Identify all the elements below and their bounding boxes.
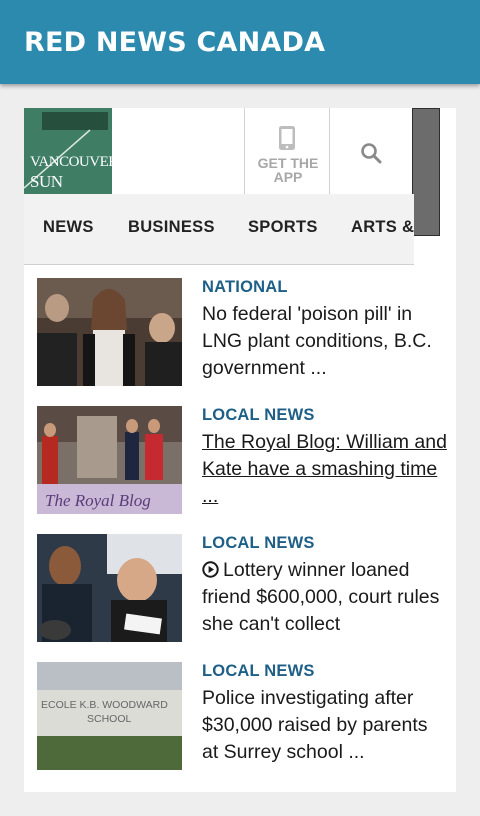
article-item[interactable]: LOCAL NEWS Lottery winner loaned friend … bbox=[37, 534, 447, 644]
get-app-line-1: GET THE bbox=[257, 155, 319, 171]
headline-text[interactable]: The Royal Blog: William and Kate have a … bbox=[202, 431, 447, 507]
headline-text[interactable]: Lottery winner loaned friend $600,000, c… bbox=[202, 559, 439, 635]
nav-item-news[interactable]: NEWS bbox=[43, 218, 94, 237]
headline-text[interactable]: Police investigating after $30,000 raise… bbox=[202, 687, 428, 763]
thumb-sign-text-2: SCHOOL bbox=[87, 713, 132, 725]
video-play-icon bbox=[202, 561, 219, 578]
logo-line-1: VANCOUVER bbox=[30, 154, 112, 170]
article-headline[interactable]: Police investigating after $30,000 raise… bbox=[202, 685, 447, 766]
nav-item-business[interactable]: BUSINESS bbox=[128, 218, 215, 237]
app-bar: RED NEWS CANADA bbox=[0, 0, 480, 84]
menu-panel-edge[interactable] bbox=[412, 108, 440, 236]
get-the-app-button[interactable]: GET THE APP bbox=[244, 108, 330, 194]
webview-content[interactable]: VANCOUVER SUN GET THE APP NEWS BUSINESS … bbox=[24, 108, 456, 792]
thumb-caption-text: The Royal Blog bbox=[45, 491, 151, 510]
thumb-sign-text: ECOLE K.B. WOODWARD bbox=[41, 699, 168, 711]
article-category[interactable]: LOCAL NEWS bbox=[202, 534, 315, 553]
article-category[interactable]: NATIONAL bbox=[202, 278, 288, 297]
logo-text: VANCOUVER SUN bbox=[30, 152, 112, 192]
article-category[interactable]: LOCAL NEWS bbox=[202, 406, 315, 425]
app-title: RED NEWS CANADA bbox=[24, 27, 326, 58]
section-nav: NEWS BUSINESS SPORTS ARTS & bbox=[24, 194, 414, 265]
article-item[interactable]: The Royal Blog LOCAL NEWS The Royal Blog… bbox=[37, 406, 447, 516]
smartphone-icon bbox=[279, 126, 295, 150]
headline-text[interactable]: No federal 'poison pill' in LNG plant co… bbox=[202, 303, 432, 379]
article-item[interactable]: ECOLE K.B. WOODWARD SCHOOL LOCAL NEWS Po… bbox=[37, 662, 447, 792]
article-thumbnail[interactable]: ECOLE K.B. WOODWARD SCHOOL bbox=[37, 662, 182, 770]
site-search-button[interactable] bbox=[330, 108, 412, 194]
article-headline[interactable]: Lottery winner loaned friend $600,000, c… bbox=[202, 557, 447, 638]
get-the-app-label: GET THE APP bbox=[245, 156, 331, 184]
search-icon bbox=[361, 143, 382, 164]
article-thumbnail[interactable]: The Royal Blog bbox=[37, 406, 182, 514]
vancouver-sun-logo[interactable]: VANCOUVER SUN bbox=[24, 108, 112, 194]
article-thumbnail[interactable] bbox=[37, 278, 182, 386]
site-header: VANCOUVER SUN GET THE APP bbox=[24, 108, 414, 195]
nav-item-arts[interactable]: ARTS & bbox=[351, 218, 414, 237]
article-headline[interactable]: The Royal Blog: William and Kate have a … bbox=[202, 429, 447, 510]
article-category[interactable]: LOCAL NEWS bbox=[202, 662, 315, 681]
article-item[interactable]: NATIONAL No federal 'poison pill' in LNG… bbox=[37, 278, 447, 388]
article-thumbnail[interactable] bbox=[37, 534, 182, 642]
article-headline[interactable]: No federal 'poison pill' in LNG plant co… bbox=[202, 301, 447, 382]
get-app-line-2: APP bbox=[273, 169, 303, 185]
logo-line-2: SUN bbox=[30, 172, 63, 191]
nav-item-sports[interactable]: SPORTS bbox=[248, 218, 318, 237]
